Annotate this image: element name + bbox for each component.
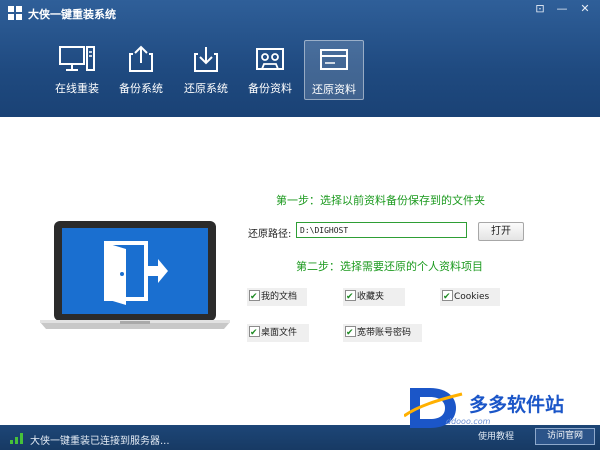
feedback-button[interactable]: ⊡: [531, 2, 549, 16]
checkbox-box[interactable]: [249, 288, 260, 306]
checkbox-cookies[interactable]: Cookies: [440, 288, 500, 306]
checkbox-label: 桌面文件: [261, 328, 298, 338]
status-text: 大侠一键重装已连接到服务器...: [30, 436, 170, 447]
nav-restore-data[interactable]: 还原资料: [304, 40, 364, 100]
checkbox-box[interactable]: [442, 288, 453, 306]
cassette-icon: [256, 48, 284, 70]
main-panel: 第一步：选择以前资料备份保存到的文件夹 还原路径: D:\DIGHOST 打开 …: [0, 117, 600, 425]
restore-path-label: 还原路径:: [248, 229, 292, 240]
nav-online-reinstall[interactable]: 在线重装: [48, 40, 106, 98]
checkbox-desktop-files[interactable]: 桌面文件: [247, 324, 309, 342]
step2-title: 第二步：选择需要还原的个人资料项目: [296, 260, 483, 273]
nav-backup-system[interactable]: 备份系统: [112, 40, 170, 98]
upload-box-icon: [129, 45, 153, 72]
title-bar[interactable]: 大侠一键重装系统 ⊡ — ✕: [0, 0, 600, 26]
nav-label: 备份资料: [248, 82, 292, 95]
checkbox-box[interactable]: [345, 324, 356, 342]
checkbox-broadband-password[interactable]: 宽带账号密码: [343, 324, 422, 342]
monitor-icon: [59, 46, 95, 71]
nav-backup-data[interactable]: 备份资料: [241, 40, 299, 98]
signal-icon: [10, 433, 23, 444]
restore-path-input[interactable]: D:\DIGHOST: [296, 222, 467, 238]
watermark-url: ddooo.com: [446, 417, 491, 426]
nav-label: 还原资料: [312, 83, 356, 96]
close-button[interactable]: ✕: [576, 2, 594, 16]
checkbox-my-documents[interactable]: 我的文档: [247, 288, 307, 306]
checkbox-favorites[interactable]: 收藏夹: [343, 288, 405, 306]
card-icon: [320, 49, 348, 70]
laptop-illustration: [40, 221, 230, 329]
nav-label: 还原系统: [184, 82, 228, 95]
help-link[interactable]: 使用教程: [478, 429, 514, 442]
nav-label: 在线重装: [55, 82, 99, 95]
app-header: 大侠一键重装系统 ⊡ — ✕ 在线重装 备份系统 还原系统 备份资料 还原资料: [0, 0, 600, 117]
step1-title: 第一步：选择以前资料备份保存到的文件夹: [276, 194, 485, 207]
checkbox-label: Cookies: [454, 292, 490, 302]
app-logo-icon: [8, 6, 22, 20]
checkbox-box[interactable]: [249, 324, 260, 342]
minimize-button[interactable]: —: [553, 2, 571, 16]
nav-label: 备份系统: [119, 82, 163, 95]
app-title: 大侠一键重装系统: [28, 8, 116, 21]
checkbox-label: 收藏夹: [357, 292, 385, 302]
checkbox-label: 我的文档: [261, 292, 298, 302]
nav-restore-system[interactable]: 还原系统: [177, 40, 235, 98]
download-box-icon: [194, 47, 218, 72]
open-button[interactable]: 打开: [478, 222, 524, 241]
checkbox-box[interactable]: [345, 288, 356, 306]
watermark-brand: 多多软件站: [469, 394, 565, 416]
checkbox-label: 宽带账号密码: [357, 328, 412, 338]
official-site-button[interactable]: 访问官网: [535, 428, 595, 445]
